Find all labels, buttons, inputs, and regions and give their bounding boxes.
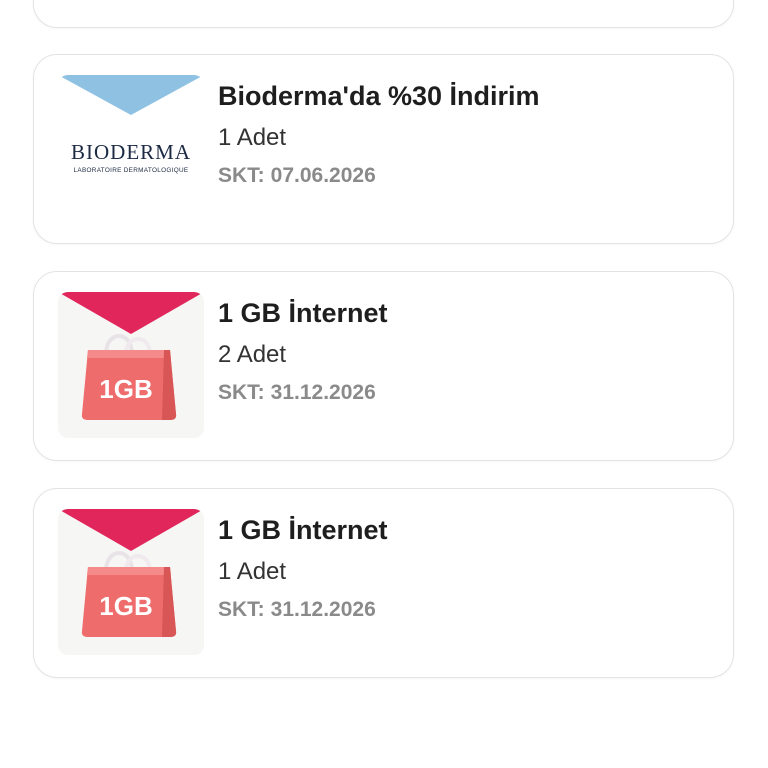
- offers-list-screen: BIODERMA LABORATOIRE DERMATOLOGIQUE Biod…: [0, 0, 768, 768]
- offer-expiry: SKT: 07.06.2026: [218, 161, 713, 191]
- internet-gift-image: 1GB: [58, 509, 204, 655]
- expiry-label: SKT:: [218, 164, 265, 187]
- offer-quantity: 1 Adet: [218, 124, 287, 151]
- offer-info: Bioderma'da %30 İndirim 1 Adet SKT: 07.06…: [218, 77, 713, 191]
- offer-title: Bioderma'da %30 İndirim: [218, 81, 540, 111]
- expiry-date: 07.06.2026: [270, 164, 376, 187]
- offer-card-bioderma[interactable]: BIODERMA LABORATOIRE DERMATOLOGIQUE Biod…: [33, 54, 734, 244]
- offer-title: 1 GB İnternet: [218, 515, 388, 545]
- offer-expiry: SKT: 31.12.2026: [218, 595, 713, 625]
- offer-quantity: 1 Adet: [218, 558, 287, 585]
- svg-text:1GB: 1GB: [99, 591, 152, 621]
- expiry-label: SKT:: [218, 381, 265, 404]
- offer-card-partial[interactable]: [33, 0, 734, 28]
- offer-quantity: 2 Adet: [218, 341, 287, 368]
- offer-expiry: SKT: 31.12.2026: [218, 378, 713, 408]
- offer-title: 1 GB İnternet: [218, 298, 388, 328]
- svg-text:BIODERMA: BIODERMA: [71, 140, 191, 164]
- shopping-bag-icon: 1GB: [58, 509, 204, 637]
- svg-text:LABORATOIRE DERMATOLOGIQUE: LABORATOIRE DERMATOLOGIQUE: [74, 167, 189, 174]
- bioderma-logo-icon: BIODERMA LABORATOIRE DERMATOLOGIQUE: [58, 75, 204, 174]
- shopping-bag-icon: 1GB: [58, 292, 204, 420]
- offer-info: 1 GB İnternet 2 Adet SKT: 31.12.2026: [218, 294, 713, 408]
- expiry-date: 31.12.2026: [270, 381, 376, 404]
- offer-card-internet-2[interactable]: 1GB 1 GB İnternet 1 Adet SKT: 31.12.2026: [33, 488, 734, 678]
- expiry-date: 31.12.2026: [270, 598, 376, 621]
- bioderma-logo-image: BIODERMA LABORATOIRE DERMATOLOGIQUE: [58, 75, 204, 221]
- expiry-label: SKT:: [218, 598, 265, 621]
- internet-gift-image: 1GB: [58, 292, 204, 438]
- svg-text:1GB: 1GB: [99, 374, 152, 404]
- offer-info: 1 GB İnternet 1 Adet SKT: 31.12.2026: [218, 511, 713, 625]
- offer-card-internet-1[interactable]: 1GB 1 GB İnternet 2 Adet SKT: 31.12.2026: [33, 271, 734, 461]
